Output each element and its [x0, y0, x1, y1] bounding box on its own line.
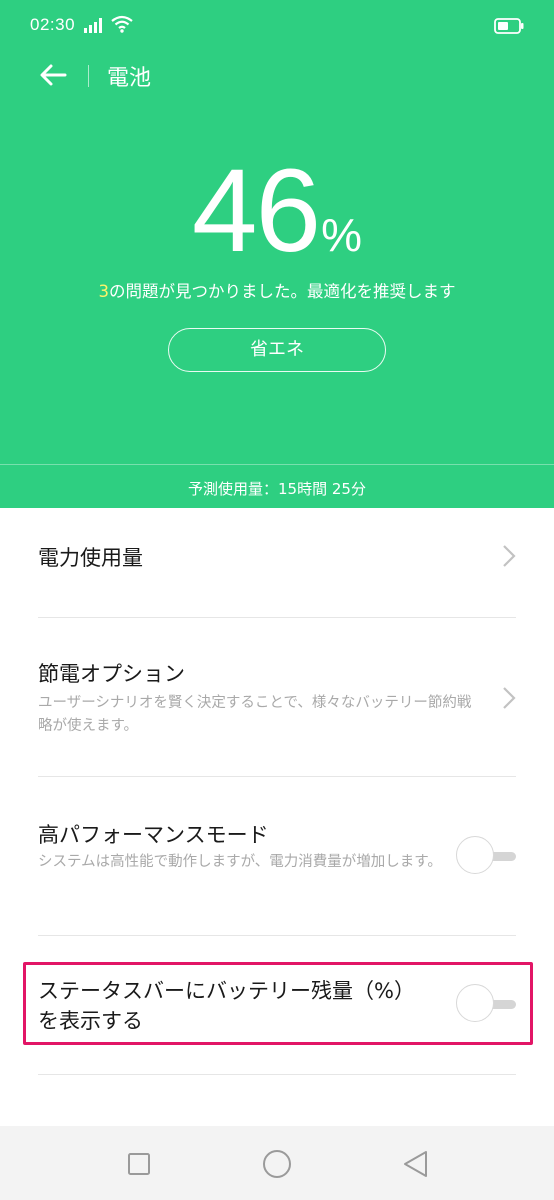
toggle-knob: [456, 836, 494, 874]
divider: [38, 1074, 516, 1075]
power-usage-item[interactable]: 電力使用量: [0, 508, 554, 618]
triangle-back-icon[interactable]: [401, 1149, 429, 1179]
navigation-bar: [0, 1126, 554, 1200]
item-description: ユーザーシナリオを賢く決定することで、様々なバッテリー節約戦略が使えます。: [38, 695, 472, 734]
chevron-right-icon: [503, 687, 516, 709]
item-title: 節電オプション: [38, 662, 185, 686]
battery-percent: 46%: [0, 152, 554, 270]
high-performance-toggle[interactable]: [456, 836, 518, 876]
battery-percent-value: 46: [191, 145, 321, 277]
battery-summary-panel: 02:30 電池 46% 3の問題が見つかりました。最適化を推奨します 省エネ …: [0, 0, 554, 508]
page-title: 電池: [107, 66, 152, 91]
battery-percent-sign: %: [321, 209, 363, 261]
hero-divider: [0, 464, 554, 465]
app-bar: 電池: [0, 52, 554, 100]
issue-message: 3の問題が見つかりました。最適化を推奨します: [0, 278, 554, 302]
circle-icon[interactable]: [262, 1149, 292, 1179]
status-bar: 02:30: [0, 0, 554, 52]
issue-count: 3: [98, 282, 110, 301]
issue-text: の問題が見つかりました。最適化を推奨します: [109, 282, 456, 301]
back-arrow-icon[interactable]: [38, 62, 68, 88]
highlight-annotation: [23, 962, 533, 1045]
wifi-icon: [111, 15, 133, 33]
status-time: 02:30: [30, 15, 76, 34]
square-icon[interactable]: [127, 1152, 151, 1176]
signal-icon: [84, 18, 102, 33]
title-divider: [88, 65, 89, 87]
power-saving-options-item[interactable]: 節電オプション ユーザーシナリオを賢く決定することで、様々なバッテリー節約戦略が…: [0, 618, 554, 776]
estimated-usage: 予測使用量：15時間 25分: [188, 480, 366, 498]
item-title: 電力使用量: [38, 546, 143, 570]
power-save-button[interactable]: 省エネ: [168, 328, 386, 372]
battery-icon: [494, 18, 524, 34]
high-performance-mode-item: 高パフォーマンスモード システムは高性能で動作しますが、電力消費量が増加します。: [0, 777, 554, 935]
chevron-right-icon: [503, 545, 516, 567]
item-description: システムは高性能で動作しますが、電力消費量が増加します。: [38, 854, 442, 870]
item-title: 高パフォーマンスモード: [38, 823, 269, 847]
